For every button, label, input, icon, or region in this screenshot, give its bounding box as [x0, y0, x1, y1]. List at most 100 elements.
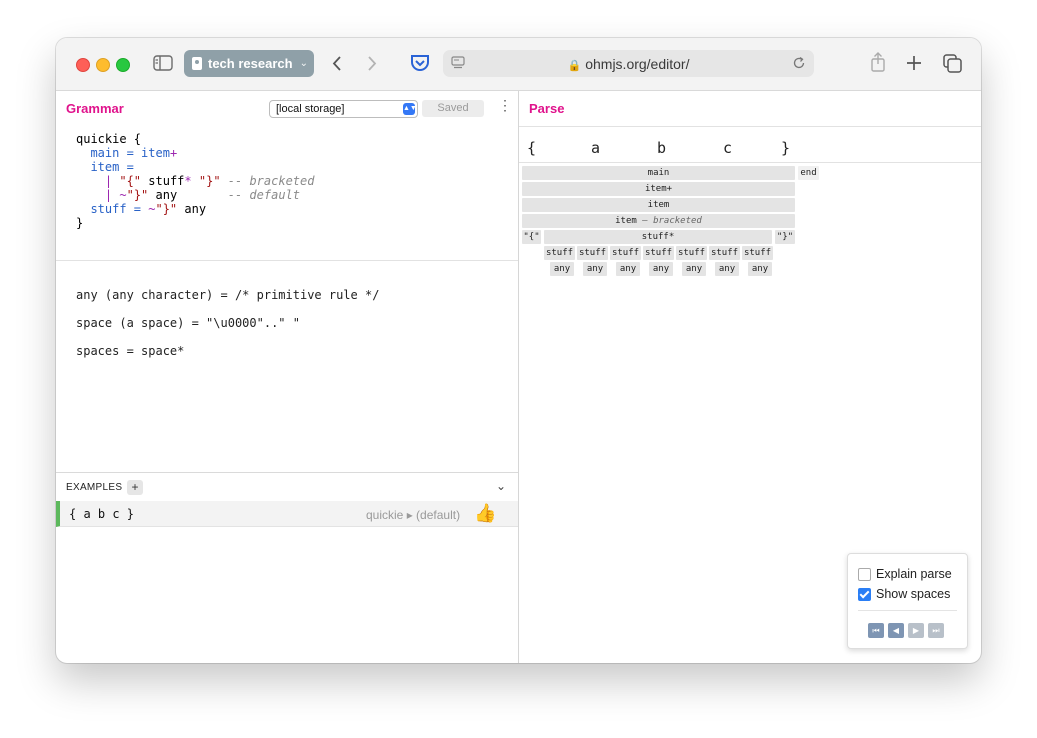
- zoom-window-button[interactable]: [116, 58, 130, 72]
- editor-divider: [56, 260, 518, 261]
- builtin-rule: any (any character) = /* primitive rule …: [76, 288, 380, 302]
- tab-group-button[interactable]: tech research ⌄: [184, 50, 314, 77]
- input-char: {: [527, 139, 537, 157]
- grammar-pane: Grammar [local storage] ▲▼ Saved ⋮ quick…: [56, 91, 519, 663]
- parse-node-any[interactable]: any: [550, 262, 574, 276]
- parse-node-any[interactable]: any: [715, 262, 739, 276]
- show-spaces-option[interactable]: Show spaces: [858, 587, 950, 601]
- code-line: main = item: [90, 146, 170, 160]
- show-spaces-checkbox[interactable]: [858, 587, 871, 601]
- parse-node-stuff[interactable]: stuff: [709, 246, 740, 260]
- code-line: item =: [90, 160, 134, 174]
- step-first-button[interactable]: ⏮: [868, 623, 884, 638]
- browser-window: tech research ⌄ 🔒 ohmjs.org/editor/ Gram…: [56, 38, 981, 663]
- parse-node-item-bracketed[interactable]: item — bracketed: [522, 214, 795, 228]
- parse-node-any[interactable]: any: [748, 262, 772, 276]
- step-back-button[interactable]: ◀: [888, 623, 904, 638]
- explain-parse-label: Explain parse: [876, 567, 952, 581]
- options-divider: [858, 610, 957, 611]
- back-icon[interactable]: [331, 55, 343, 72]
- tab-overview-icon[interactable]: [943, 54, 962, 73]
- grammar-title: Grammar: [66, 101, 124, 116]
- select-arrows-icon: ▲▼: [403, 103, 417, 115]
- code-comment: -- bracketed: [220, 174, 315, 188]
- storage-select[interactable]: [local storage] ▲▼: [269, 100, 418, 118]
- code-line: }: [76, 216, 84, 230]
- parse-node-lbrace[interactable]: "{": [522, 230, 541, 244]
- parse-title: Parse: [529, 101, 565, 116]
- more-options-icon[interactable]: ⋮: [498, 98, 512, 112]
- parse-node-stuff[interactable]: stuff: [577, 246, 608, 260]
- code-token: any: [177, 202, 207, 216]
- node-case-name: — bracketed: [642, 216, 702, 226]
- chevron-down-icon[interactable]: ⌄: [496, 479, 506, 493]
- parse-pane: Parse { a b c } main end item+ item item…: [519, 91, 981, 663]
- input-char: a: [591, 139, 601, 157]
- parse-divider: [519, 126, 981, 127]
- parse-node-stuff[interactable]: stuff: [610, 246, 641, 260]
- pocket-icon[interactable]: [410, 54, 430, 72]
- code-token: "}": [191, 174, 221, 188]
- input-char: b: [657, 139, 667, 157]
- builtin-rule: space (a space) = "\u0000".." ": [76, 316, 300, 330]
- parse-node-item-plus[interactable]: item+: [522, 182, 795, 196]
- browser-toolbar: tech research ⌄ 🔒 ohmjs.org/editor/: [56, 38, 981, 91]
- parse-node-stuff[interactable]: stuff: [544, 246, 575, 260]
- code-line: quickie {: [76, 132, 142, 146]
- new-tab-icon[interactable]: [906, 55, 922, 71]
- url-text: ohmjs.org/editor/: [585, 56, 690, 72]
- code-token: ~: [119, 188, 127, 202]
- minimize-window-button[interactable]: [96, 58, 110, 72]
- code-line: stuff =: [90, 202, 149, 216]
- forward-icon[interactable]: [366, 55, 378, 72]
- saved-button[interactable]: Saved: [422, 100, 484, 117]
- parse-node-main[interactable]: main: [522, 166, 795, 180]
- explain-parse-option[interactable]: Explain parse: [858, 567, 952, 581]
- code-token: |: [104, 174, 120, 188]
- parse-node-rbrace[interactable]: "}": [775, 230, 795, 244]
- examples-title: EXAMPLES: [66, 482, 123, 493]
- chevron-down-icon: ⌄: [299, 58, 308, 69]
- storage-select-value: [local storage]: [276, 103, 345, 115]
- tab-group-icon: [192, 57, 202, 70]
- code-token: *: [184, 174, 192, 188]
- sidebar-icon[interactable]: [153, 55, 173, 71]
- code-token: +: [169, 146, 178, 160]
- builtin-rule: spaces = space*: [76, 344, 185, 358]
- parse-node-any[interactable]: any: [682, 262, 706, 276]
- code-token: "{": [119, 174, 142, 188]
- share-icon[interactable]: [870, 52, 886, 72]
- step-forward-button[interactable]: ▶: [908, 623, 924, 638]
- parse-node-any[interactable]: any: [616, 262, 640, 276]
- parse-node-item[interactable]: item: [522, 198, 795, 212]
- code-token: any: [148, 188, 178, 202]
- parse-node-any[interactable]: any: [583, 262, 607, 276]
- step-last-button[interactable]: ⏭: [928, 623, 944, 638]
- close-window-button[interactable]: [76, 58, 90, 72]
- grammar-editor[interactable]: quickie { main = item+ item = | "{" stuf…: [76, 132, 314, 230]
- parse-node-stuff-star[interactable]: stuff*: [544, 230, 772, 244]
- parse-node-stuff[interactable]: stuff: [742, 246, 773, 260]
- url-display[interactable]: 🔒 ohmjs.org/editor/: [443, 56, 814, 72]
- parse-node-any[interactable]: any: [649, 262, 673, 276]
- example-start-rule[interactable]: quickie ▸ (default): [366, 508, 460, 522]
- code-comment: -- default: [177, 188, 301, 202]
- examples-header: EXAMPLES + ⌄: [56, 472, 518, 503]
- explain-parse-checkbox[interactable]: [858, 567, 871, 581]
- parse-node-stuff[interactable]: stuff: [643, 246, 674, 260]
- parse-node-end[interactable]: end: [798, 166, 819, 180]
- parse-options-panel: Explain parse Show spaces ⏮ ◀ ▶ ⏭: [847, 553, 968, 649]
- example-item[interactable]: { a b c } quickie ▸ (default) 👍: [56, 501, 518, 527]
- code-token: "}": [126, 188, 149, 202]
- tab-group-label: tech research: [208, 56, 293, 71]
- code-token: |: [104, 188, 120, 202]
- reload-icon[interactable]: [792, 56, 806, 70]
- code-token: "}": [155, 202, 178, 216]
- add-example-button[interactable]: +: [127, 480, 143, 495]
- address-bar[interactable]: 🔒 ohmjs.org/editor/: [443, 50, 814, 77]
- parse-node-stuff[interactable]: stuff: [676, 246, 707, 260]
- node-rule-name: item: [615, 216, 637, 226]
- thumbs-up-icon: 👍: [474, 503, 497, 523]
- input-char: }: [781, 139, 791, 157]
- code-token: stuff: [141, 174, 185, 188]
